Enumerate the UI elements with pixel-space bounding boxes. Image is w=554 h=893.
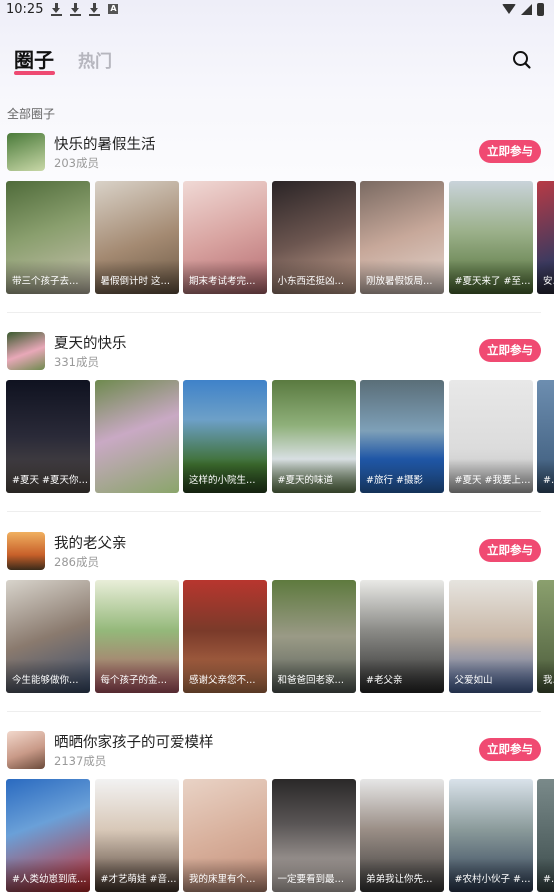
circle-item[interactable]: 晒晒你家孩子的可爱模样 2137成员 立即参与 #人类幼崽到底… #才艺萌娃 #音…	[0, 731, 554, 893]
post-caption: #农村小伙子 #…	[448, 858, 533, 892]
circle-avatar	[7, 731, 45, 769]
post-caption: 这样的小院生…	[183, 459, 267, 493]
search-button[interactable]	[510, 48, 534, 72]
post-caption: 带三个孩子去…	[6, 260, 90, 294]
post-caption: 我的床里有个…	[183, 858, 267, 892]
header: 圈子 热门	[0, 40, 554, 80]
post-thumbnail[interactable]: #夏天 #夏天你…	[6, 380, 90, 493]
post-thumbnail[interactable]: 感谢父亲您不…	[183, 580, 267, 693]
post-thumbnail[interactable]: 刚放暑假饭局…	[360, 181, 444, 294]
post-thumbnail[interactable]: #夏天的味道	[271, 380, 356, 493]
circle-thumbnails: 今生能够做你…每个孩子的金…感谢父亲您不…和爸爸回老家…#老父亲父爱如山我…	[0, 580, 554, 693]
circle-member-count: 203成员	[54, 156, 99, 170]
post-thumbnail[interactable]: 期末考试考完…	[183, 181, 267, 294]
post-caption: #…	[537, 858, 554, 892]
join-button[interactable]: 立即参与	[479, 140, 541, 163]
post-caption: 我…	[537, 659, 554, 693]
post-thumbnail[interactable]: #…	[537, 380, 554, 493]
tab-active-indicator	[14, 71, 55, 75]
post-thumbnail[interactable]: #夏天 #我要上…	[448, 380, 533, 493]
post-caption: #夏天的味道	[271, 459, 356, 493]
post-thumbnail[interactable]	[94, 380, 179, 493]
post-thumbnail[interactable]: 带三个孩子去…	[6, 181, 90, 294]
circle-avatar	[7, 332, 45, 370]
post-thumbnail[interactable]: 和爸爸回老家…	[271, 580, 356, 693]
status-time: 10:25	[6, 1, 44, 17]
divider	[7, 711, 541, 712]
post-thumbnail[interactable]: 小东西还挺凶…	[271, 181, 356, 294]
circle-avatar	[7, 133, 45, 171]
post-caption: #人类幼崽到底…	[6, 858, 90, 892]
circle-item[interactable]: 夏天的快乐 331成员 立即参与 #夏天 #夏天你… 这样的小院生… #夏天的味道 #…	[0, 332, 554, 532]
post-caption: 弟弟我让你先…	[360, 858, 444, 892]
circle-member-count: 2137成员	[54, 754, 107, 768]
post-caption: 和爸爸回老家…	[271, 659, 356, 693]
post-caption: 暑假倒计时 这…	[94, 260, 179, 294]
divider	[7, 312, 541, 313]
post-thumbnail[interactable]: #农村小伙子 #…	[448, 779, 533, 892]
circle-item[interactable]: 快乐的暑假生活 203成员 立即参与 带三个孩子去… 暑假倒计时 这… 期末考试考完…	[0, 133, 554, 333]
signal-icon	[521, 3, 532, 15]
post-thumbnail[interactable]: 我…	[537, 580, 554, 693]
post-thumbnail[interactable]: #夏天来了 #至…	[448, 181, 533, 294]
circle-title[interactable]: 快乐的暑假生活	[54, 133, 156, 154]
post-thumbnail[interactable]: #老父亲	[360, 580, 444, 693]
post-thumbnail[interactable]: #旅行 #摄影	[360, 380, 444, 493]
circle-title[interactable]: 夏天的快乐	[54, 332, 127, 353]
download-icon	[89, 2, 101, 16]
circle-item[interactable]: 我的老父亲 286成员 立即参与 今生能够做你… 每个孩子的金… 感谢父亲您不… 和爸…	[0, 532, 554, 732]
post-thumbnail[interactable]: #人类幼崽到底…	[6, 779, 90, 892]
post-caption: 期末考试考完…	[183, 260, 267, 294]
post-caption: 小东西还挺凶…	[271, 260, 356, 294]
tab-circles[interactable]: 圈子	[14, 44, 54, 73]
post-caption: #旅行 #摄影	[360, 459, 444, 493]
circle-member-count: 331成员	[54, 355, 99, 369]
post-thumbnail[interactable]: #…	[537, 779, 554, 892]
post-thumbnail[interactable]: 我的床里有个…	[183, 779, 267, 892]
circle-avatar	[7, 532, 45, 570]
post-caption: 今生能够做你…	[6, 659, 90, 693]
post-thumbnail[interactable]: 今生能够做你…	[6, 580, 90, 693]
post-thumbnail[interactable]: 父爱如山	[448, 580, 533, 693]
circle-thumbnails: #夏天 #夏天你… 这样的小院生…#夏天的味道#旅行 #摄影#夏天 #我要上…#…	[0, 380, 554, 493]
status-bar: 10:25 A	[0, 0, 554, 18]
post-caption: #…	[537, 459, 554, 493]
section-label-all-circles: 全部圈子	[7, 107, 56, 121]
post-caption: 一定要看到最…	[271, 858, 356, 892]
post-caption: 刚放暑假饭局…	[360, 260, 444, 294]
app-notification-icon: A	[108, 4, 119, 14]
post-caption: #夏天来了 #至…	[448, 260, 533, 294]
circle-thumbnails: 带三个孩子去… 暑假倒计时 这… 期末考试考完… 小东西还挺凶… 刚放暑假饭局… #夏天来…	[0, 181, 554, 294]
download-icon	[70, 2, 82, 16]
post-caption: 每个孩子的金…	[94, 659, 179, 693]
join-button[interactable]: 立即参与	[479, 539, 541, 562]
post-caption: 安…	[537, 260, 554, 294]
post-caption: 感谢父亲您不…	[183, 659, 267, 693]
battery-icon	[537, 2, 544, 16]
post-thumbnail[interactable]: #才艺萌娃 #音…	[94, 779, 179, 892]
circle-title[interactable]: 我的老父亲	[54, 532, 127, 553]
post-caption: 父爱如山	[448, 659, 533, 693]
divider	[7, 511, 541, 512]
post-thumbnail[interactable]: 这样的小院生…	[183, 380, 267, 493]
join-button[interactable]: 立即参与	[479, 339, 541, 362]
post-thumbnail[interactable]: 一定要看到最…	[271, 779, 356, 892]
wifi-icon	[502, 4, 516, 14]
post-thumbnail[interactable]: 安…	[537, 181, 554, 294]
post-caption: #才艺萌娃 #音…	[94, 858, 179, 892]
circle-thumbnails: #人类幼崽到底… #才艺萌娃 #音… 我的床里有个… 一定要看到最… 弟弟我让你先… #农…	[0, 779, 554, 892]
post-caption: #夏天 #我要上…	[448, 459, 533, 493]
post-thumbnail[interactable]: 弟弟我让你先…	[360, 779, 444, 892]
search-icon	[513, 51, 531, 69]
post-caption: #夏天 #夏天你…	[6, 459, 90, 493]
post-thumbnail[interactable]: 每个孩子的金…	[94, 580, 179, 693]
circle-title[interactable]: 晒晒你家孩子的可爱模样	[54, 731, 214, 752]
download-icon	[51, 2, 63, 16]
post-caption: #老父亲	[360, 659, 444, 693]
circle-member-count: 286成员	[54, 555, 99, 569]
join-button[interactable]: 立即参与	[479, 738, 541, 761]
tab-hot[interactable]: 热门	[78, 47, 112, 72]
post-thumbnail[interactable]: 暑假倒计时 这…	[94, 181, 179, 294]
